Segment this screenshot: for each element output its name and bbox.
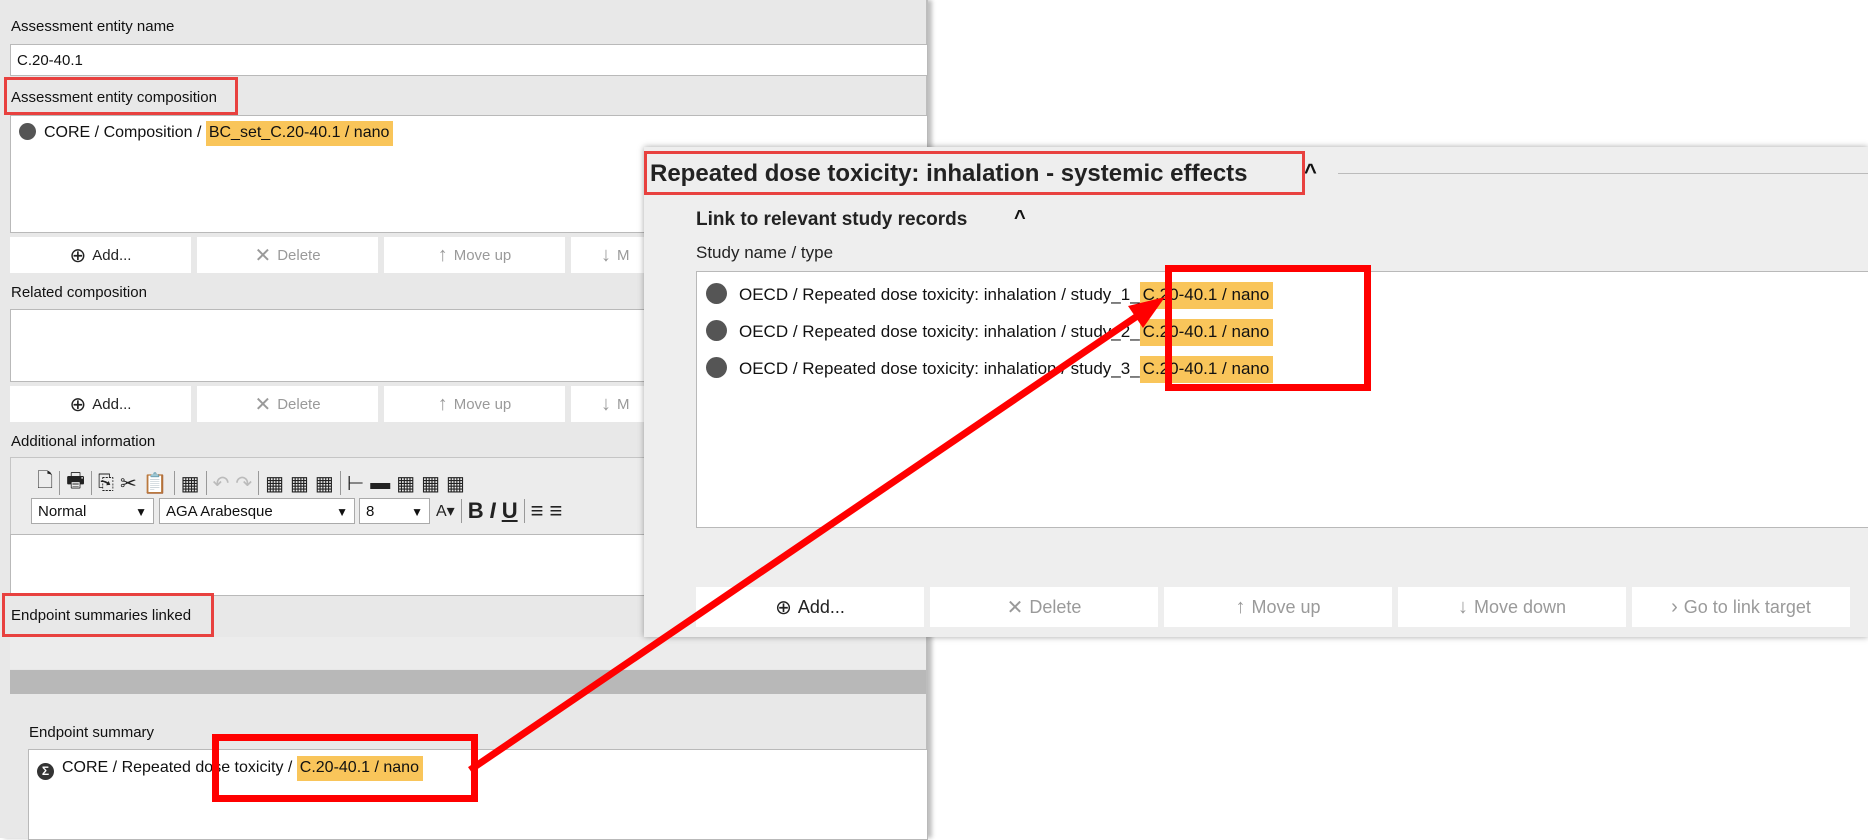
annotation-arrow: [468, 297, 1165, 773]
